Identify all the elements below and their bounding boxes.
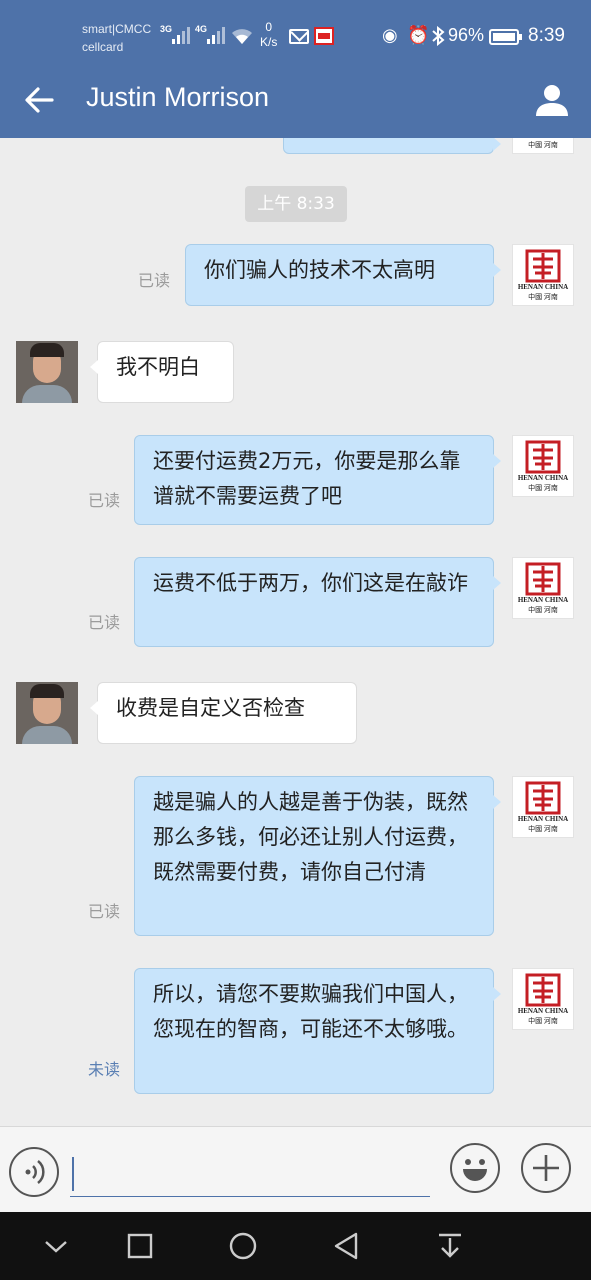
contact-avatar[interactable]: [16, 341, 78, 403]
my-avatar[interactable]: HENAN CHINA 中國 河南: [512, 557, 574, 619]
status-bar: smart|CMCC cellcard 3G 4G 0 K/s ◉ ⏰ 96% …: [0, 0, 591, 66]
speed-value: 0: [265, 20, 273, 34]
read-status: 已读: [88, 491, 121, 510]
carrier-name-1: smart|CMCC: [82, 22, 152, 36]
network-type-2: 4G: [195, 24, 208, 34]
logo-text-1: HENAN CHINA: [513, 138, 573, 140]
read-status: 已读: [88, 902, 121, 921]
battery-icon: [489, 29, 522, 45]
logo-text-2: 中國 河南: [528, 1017, 558, 1025]
speed-unit: K/s: [260, 35, 278, 49]
message-text: 收费是自定义否检查: [116, 696, 305, 720]
message-bubble[interactable]: 运费不低于两万，你们这是在敲诈: [134, 557, 501, 647]
message-text: 还要付运费2万元，你要是那么靠谱就不需要运费了吧: [153, 449, 461, 508]
message-text: 你们骗人的技术不太高明: [204, 258, 435, 282]
message-bubble-partial[interactable]: [283, 138, 501, 154]
contact-name: Justin Morrison: [86, 82, 270, 112]
top-bar: smart|CMCC cellcard 3G 4G 0 K/s ◉ ⏰ 96% …: [0, 0, 591, 138]
logo-text-1: HENAN CHINA: [517, 815, 569, 823]
carrier-name-2: cellcard: [82, 40, 124, 54]
signal-icon: [207, 26, 225, 44]
status-time: 8:39: [528, 25, 565, 46]
henan-logo: HENAN CHINA 中國 河南: [513, 138, 573, 153]
logo-text-1: HENAN CHINA: [517, 283, 569, 291]
message-bubble[interactable]: 所以，请您不要欺骗我们中国人，您现在的智商，可能还不太够哦。: [134, 968, 501, 1094]
app-notification-icon: [314, 27, 334, 45]
network-type-1: 3G: [160, 24, 173, 34]
eye-icon: ◉: [382, 25, 398, 46]
logo-text-2: 中國 河南: [528, 825, 558, 833]
read-status: 已读: [138, 271, 171, 290]
logo-text-1: HENAN CHINA: [517, 1007, 569, 1015]
wifi-icon: [232, 29, 252, 44]
notification-pull-icon[interactable]: [430, 1226, 470, 1266]
logo-text-2: 中國 河南: [528, 293, 558, 301]
voice-icon: [25, 1160, 45, 1184]
message-bubble[interactable]: 还要付运费2万元，你要是那么靠谱就不需要运费了吧: [134, 435, 501, 525]
voice-button[interactable]: [9, 1147, 59, 1197]
carrier-info: smart|CMCC cellcard: [82, 20, 151, 56]
chat-area[interactable]: HENAN CHINA 中國 河南 上午 8:33 已读 你们骗人的技术不太高明…: [0, 138, 591, 1126]
emoji-button[interactable]: [450, 1143, 500, 1193]
logo-text-2: 中國 河南: [528, 484, 558, 492]
more-button[interactable]: [521, 1143, 571, 1193]
system-nav-bar: [0, 1212, 591, 1280]
my-avatar[interactable]: HENAN CHINA 中國 河南: [512, 968, 574, 1030]
bluetooth-icon: [432, 26, 445, 46]
message-input-bar: [0, 1126, 591, 1212]
message-bubble[interactable]: 收费是自定义否检查: [90, 682, 357, 744]
message-text: 所以，请您不要欺骗我们中国人，您现在的智商，可能还不太够哦。: [153, 982, 468, 1041]
back-triangle-icon[interactable]: [326, 1226, 366, 1266]
logo-text-2: 中國 河南: [528, 141, 558, 149]
message-bubble[interactable]: 越是骗人的人越是善于伪装，既然那么多钱，何必还让别人付运费，既然需要付费，请你自…: [134, 776, 501, 936]
message-bubble[interactable]: 你们骗人的技术不太高明: [185, 244, 501, 306]
home-icon[interactable]: [223, 1226, 263, 1266]
alarm-icon: ⏰: [407, 25, 430, 46]
chevron-down-icon[interactable]: [36, 1226, 76, 1266]
plus-icon: [533, 1155, 559, 1181]
recents-icon[interactable]: [120, 1226, 160, 1266]
signal-icon: [172, 26, 190, 44]
arrow-left-icon[interactable]: [20, 80, 60, 120]
message-text: 运费不低于两万，你们这是在敲诈: [153, 571, 468, 595]
contact-avatar[interactable]: [16, 682, 78, 744]
my-avatar[interactable]: HENAN CHINA 中國 河南: [512, 244, 574, 306]
text-cursor: [72, 1157, 74, 1191]
my-avatar[interactable]: HENAN CHINA 中國 河南: [512, 776, 574, 838]
message-bubble[interactable]: 我不明白: [90, 341, 234, 403]
logo-text-1: HENAN CHINA: [517, 596, 569, 604]
logo-text-1: HENAN CHINA: [517, 474, 569, 482]
my-avatar[interactable]: HENAN CHINA 中國 河南: [512, 435, 574, 497]
logo-text-2: 中國 河南: [528, 606, 558, 614]
chat-header: Justin Morrison: [0, 66, 591, 138]
network-speed: 0 K/s: [260, 20, 277, 50]
read-status: 已读: [88, 613, 121, 632]
my-avatar[interactable]: HENAN CHINA 中國 河南: [512, 138, 574, 154]
unread-status: 未读: [88, 1060, 121, 1079]
time-divider: 上午 8:33: [245, 186, 347, 222]
person-icon[interactable]: [532, 80, 572, 120]
message-input[interactable]: [70, 1151, 430, 1197]
message-text: 越是骗人的人越是善于伪装，既然那么多钱，何必还让别人付运费，既然需要付费，请你自…: [153, 790, 468, 884]
emoji-icon: [463, 1159, 487, 1181]
battery-percent: 96%: [448, 25, 485, 45]
message-text: 我不明白: [116, 355, 200, 379]
mail-icon: [289, 29, 309, 44]
